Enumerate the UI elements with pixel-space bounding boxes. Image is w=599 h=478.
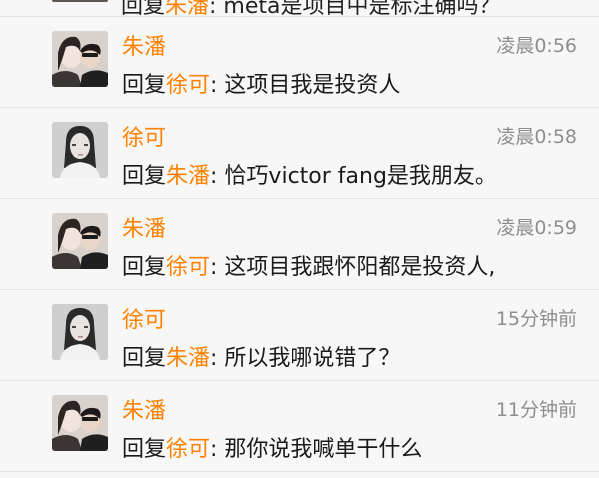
woman-portrait-icon (52, 304, 108, 360)
comment-item[interactable]: 徐可 15分钟前 回复朱潘: 所以我哪说错了？ (0, 290, 599, 381)
avatar[interactable] (52, 122, 108, 178)
cropped-comment[interactable]: 回复朱潘: meta是项目中是标注确吗？ (0, 0, 599, 19)
comment-body: : 这项目我跟怀阳都是投资人, (210, 255, 496, 280)
woman-portrait-icon (52, 122, 108, 178)
comment-text: 回复朱潘: 恰巧victor fang是我朋友。 (122, 158, 497, 190)
reply-prefix: 回复 (122, 73, 167, 98)
comment-timestamp: 凌晨0:58 (496, 126, 577, 148)
reply-target-link[interactable]: 徐可 (166, 437, 210, 462)
avatar[interactable] (52, 213, 108, 269)
comment-timestamp: 凌晨0:59 (496, 217, 577, 239)
avatar[interactable] (52, 395, 108, 451)
comment-text: 回复徐可: 这项目我是投资人 (122, 67, 400, 99)
author-name[interactable]: 朱潘 (122, 29, 166, 61)
comment-body: : 这项目我是投资人 (210, 73, 401, 98)
reply-target-link[interactable]: 徐可 (166, 73, 210, 98)
comment-item[interactable]: 朱潘 11分钟前 回复徐可: 那你说我喊单干什么 (0, 381, 599, 472)
author-name[interactable]: 朱潘 (122, 211, 166, 243)
comment-feed: 回复朱潘: meta是项目中是标注确吗？ 朱潘 凌晨0:56 回复徐可: 这项目… (0, 0, 599, 478)
comment-text: 回复徐可: 这项目我跟怀阳都是投资人, (122, 249, 495, 281)
author-name[interactable]: 徐可 (122, 302, 166, 334)
avatar[interactable] (52, 31, 108, 87)
reply-prefix: 回复 (122, 437, 167, 462)
comment-timestamp: 11分钟前 (495, 399, 577, 421)
reply-target-link[interactable]: 徐可 (166, 255, 210, 280)
author-name[interactable]: 朱潘 (122, 393, 166, 425)
comment-timestamp: 凌晨0:56 (496, 35, 577, 57)
avatar[interactable] (52, 0, 108, 2)
comment-item[interactable]: 朱潘 凌晨0:56 回复徐可: 这项目我是投资人 (0, 17, 599, 108)
couple-photo-icon (52, 213, 108, 269)
comment-item[interactable]: 朱潘 凌晨0:59 回复徐可: 这项目我跟怀阳都是投资人, (0, 199, 599, 290)
reply-target-link[interactable]: 朱潘 (166, 164, 210, 189)
comment-text: 回复徐可: 那你说我喊单干什么 (122, 431, 422, 463)
reply-prefix: 回复 (122, 346, 167, 371)
comment-text: 回复朱潘: 所以我哪说错了？ (122, 340, 400, 372)
comment-timestamp: 15分钟前 (495, 308, 577, 330)
reply-prefix: 回复 (122, 164, 167, 189)
comment-item[interactable]: 徐可 凌晨0:58 回复朱潘: 恰巧victor fang是我朋友。 (0, 108, 599, 199)
comment-body: : 恰巧victor fang是我朋友。 (210, 164, 497, 189)
comment-body: : 所以我哪说错了？ (210, 346, 401, 371)
avatar[interactable] (52, 304, 108, 360)
couple-photo-icon (52, 395, 108, 451)
comment-body: : 那你说我喊单干什么 (210, 437, 423, 462)
couple-photo-icon (52, 31, 108, 87)
reply-prefix: 回复 (122, 255, 167, 280)
reply-target-link[interactable]: 朱潘 (166, 346, 210, 371)
author-name[interactable]: 徐可 (122, 120, 166, 152)
